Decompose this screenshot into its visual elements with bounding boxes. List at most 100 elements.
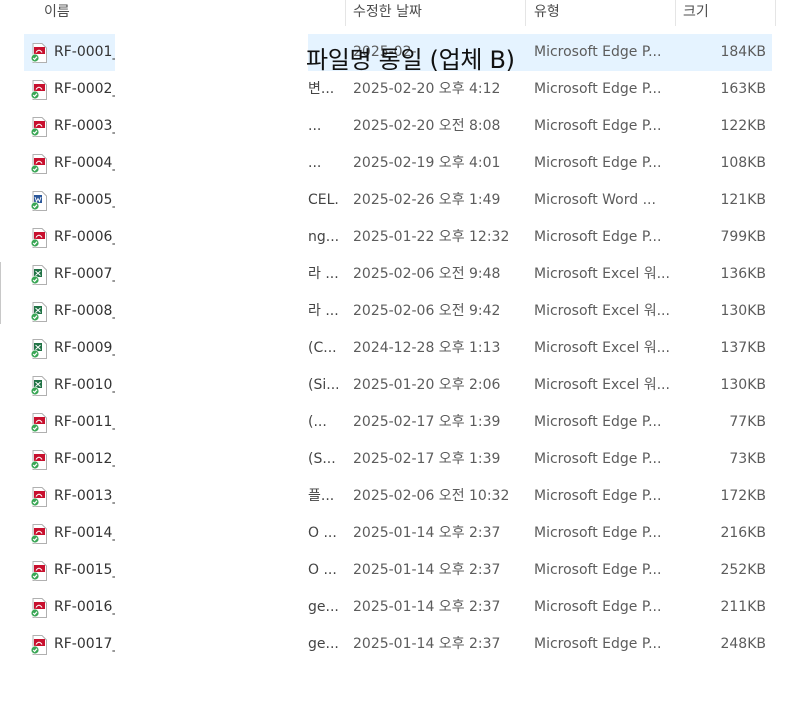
file-type: Microsoft Edge P... (534, 488, 662, 504)
file-name-tail: 라 ... (308, 266, 338, 282)
excel-icon (30, 265, 48, 285)
column-header-bar: 이름 ^ 수정한 날짜 유형 크기 (0, 0, 792, 26)
column-header-modified[interactable]: 수정한 날짜 (353, 0, 422, 26)
file-name-tail: ge... (308, 599, 338, 615)
column-header-size[interactable]: 크기 (683, 0, 709, 26)
overlay-caption: 파일명 통일 (업체 B) (306, 46, 515, 74)
redaction-block (115, 256, 308, 293)
file-name: RF-0010_ (54, 377, 116, 393)
file-name: RF-0014_ (54, 525, 116, 541)
file-name: RF-0007_ (54, 266, 116, 282)
file-row[interactable]: RF-0008_ 라 ... 2025-02-06 오전 9:42 Microsoft… (24, 293, 772, 330)
redaction-block (115, 515, 308, 552)
file-name-tail: O ... (308, 525, 337, 541)
redaction-block (115, 293, 308, 330)
file-name-tail: (... (308, 414, 327, 430)
pdf-icon (30, 228, 48, 248)
file-size: 184KB (720, 44, 766, 60)
excel-icon (30, 376, 48, 396)
pdf-icon (30, 635, 48, 655)
redaction-block (115, 441, 308, 478)
file-name: RF-0017_ (54, 636, 116, 652)
file-size: 122KB (720, 118, 766, 134)
file-row[interactable]: RF-0017_ ge... 2025-01-14 오후 2:37 Microsoft… (24, 626, 772, 663)
column-header-type[interactable]: 유형 (534, 0, 560, 26)
column-divider[interactable] (525, 0, 526, 26)
file-modified-date: 2025-01-14 오후 2:37 (353, 562, 501, 578)
file-modified-date: 2025-02-17 오후 1:39 (353, 414, 501, 430)
file-name: RF-0012_ (54, 451, 116, 467)
file-name: RF-0008_ (54, 303, 116, 319)
pdf-icon (30, 524, 48, 544)
pane-divider[interactable] (0, 262, 1, 324)
file-name-tail: O ... (308, 562, 337, 578)
file-type: Microsoft Edge P... (534, 599, 662, 615)
redaction-block (115, 367, 308, 404)
file-type: Microsoft Edge P... (534, 562, 662, 578)
file-row[interactable]: RF-0009_ (C... 2024-12-28 오후 1:13 Microsoft… (24, 330, 772, 367)
file-name-tail: ng... (308, 229, 338, 245)
file-size: 252KB (720, 562, 766, 578)
redaction-block (115, 108, 308, 145)
file-type: Microsoft Edge P... (534, 229, 662, 245)
file-name: RF-0015_ (54, 562, 116, 578)
file-row[interactable]: RF-0010_ (Si... 2025-01-20 오후 2:06 Microsof… (24, 367, 772, 404)
file-type: Microsoft Edge P... (534, 155, 662, 171)
file-type: Microsoft Excel 워... (534, 377, 669, 393)
column-divider[interactable] (675, 0, 676, 26)
file-name: RF-0001_ (54, 44, 116, 60)
file-row[interactable]: RF-0013_ 플... 2025-02-06 오전 10:32 Microsoft… (24, 478, 772, 515)
column-header-name[interactable]: 이름 (44, 0, 70, 26)
file-size: 248KB (720, 636, 766, 652)
pdf-icon (30, 154, 48, 174)
file-name: RF-0005_ (54, 192, 116, 208)
file-row[interactable]: RF-0007_ 라 ... 2025-02-06 오전 9:48 Microsoft… (24, 256, 772, 293)
pdf-icon (30, 487, 48, 507)
file-name: RF-0003_ (54, 118, 116, 134)
file-size: 136KB (720, 266, 766, 282)
column-divider[interactable] (775, 0, 776, 26)
file-name: RF-0011_ (54, 414, 116, 430)
column-divider[interactable] (345, 0, 346, 26)
file-size: 77KB (729, 414, 766, 430)
file-name: RF-0016_ (54, 599, 116, 615)
pdf-icon (30, 80, 48, 100)
file-type: Microsoft Excel 워... (534, 303, 669, 319)
file-row[interactable]: RF-0004_... 2025-02-19 오후 4:01 Microsoft E… (24, 145, 772, 182)
file-row[interactable]: RF-0012_ (S... 2025-02-17 오후 1:39 Microsoft… (24, 441, 772, 478)
file-row[interactable]: RF-0006_ ng... 2025-01-22 오후 12:32 Microsof… (24, 219, 772, 256)
file-modified-date: 2025-02-17 오후 1:39 (353, 451, 501, 467)
file-name-tail: (Si... (308, 377, 338, 393)
file-modified-date: 2025-01-14 오후 2:37 (353, 599, 501, 615)
redaction-block (115, 552, 308, 589)
sort-arrow-icon: ^ (184, 0, 192, 5)
file-modified-date: 2025-01-14 오후 2:37 (353, 525, 501, 541)
file-modified-date: 2025-02-19 오후 4:01 (353, 155, 501, 171)
file-row[interactable]: RF-0011_ (... 2025-02-17 오후 1:39 Microsoft … (24, 404, 772, 441)
file-row[interactable]: RF-0002_ 변... 2025-02-20 오후 4:12 Microsoft … (24, 71, 772, 108)
redaction-block (115, 330, 308, 367)
file-size: 211KB (720, 599, 766, 615)
file-name-tail: CEL... (308, 192, 338, 208)
file-row[interactable]: RF-0005_ CEL... 2025-02-26 오후 1:49 Microsof… (24, 182, 772, 219)
file-size: 799KB (720, 229, 766, 245)
file-modified-date: 2025-01-20 오후 2:06 (353, 377, 501, 393)
file-size: 163KB (720, 81, 766, 97)
file-row[interactable]: RF-0003_... 2025-02-20 오전 8:08 Microsoft E… (24, 108, 772, 145)
file-modified-date: 2025-02-26 오후 1:49 (353, 192, 501, 208)
file-name-tail: ... (308, 118, 322, 134)
file-row[interactable]: RF-0014_ O ... 2025-01-14 오후 2:37 Microsoft… (24, 515, 772, 552)
file-modified-date: 2024-12-28 오후 1:13 (353, 340, 501, 356)
redaction-block (115, 478, 308, 515)
file-row[interactable]: RF-0015_ O ... 2025-01-14 오후 2:37 Microsoft… (24, 552, 772, 589)
file-modified-date: 2025-02-06 오전 9:42 (353, 303, 501, 319)
file-modified-date: 2025-02-20 오전 8:08 (353, 118, 501, 134)
file-name-tail: 변... (308, 81, 335, 97)
file-name-tail: (S... (308, 451, 336, 467)
file-name-tail: 라 ... (308, 303, 338, 319)
redaction-block (115, 589, 308, 626)
file-name: RF-0013_ (54, 488, 116, 504)
file-row[interactable]: RF-0016_ ge... 2025-01-14 오후 2:37 Microsoft… (24, 589, 772, 626)
file-modified-date: 2025-02-06 오전 10:32 (353, 488, 510, 504)
redaction-block (115, 182, 308, 219)
